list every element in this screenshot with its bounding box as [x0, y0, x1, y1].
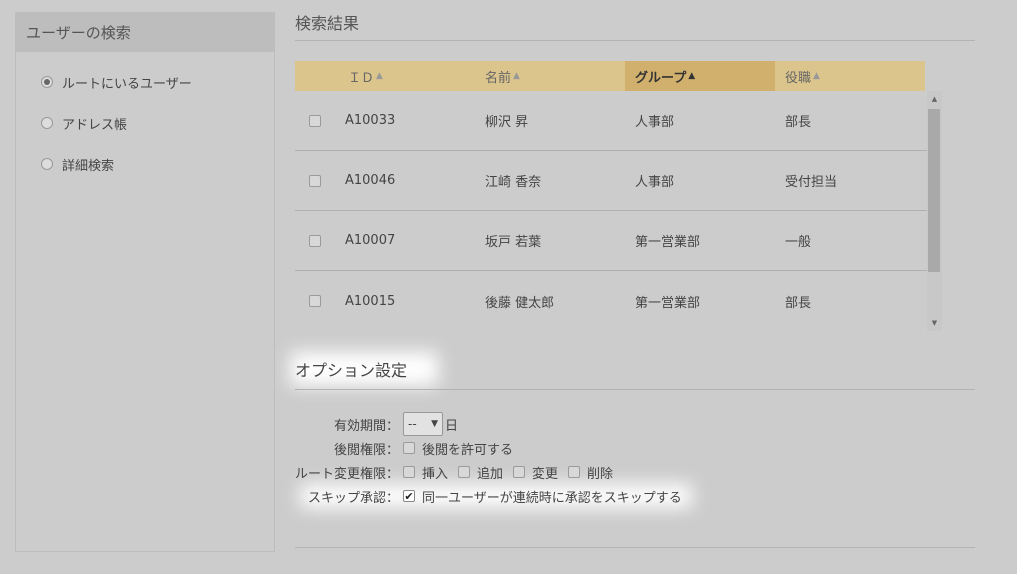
validity-row: 有効期間： -- ▼ 日: [295, 412, 945, 436]
column-header-group[interactable]: グループ ▲: [625, 61, 775, 91]
scroll-down-arrow-icon[interactable]: ▼: [927, 315, 942, 331]
skip-approval-option-label: 同一ユーザーが連続時に承認をスキップする: [422, 490, 682, 506]
cell-group: 人事部: [635, 115, 675, 130]
radio-option-address-book[interactable]: アドレス帳: [16, 113, 274, 133]
row-checkbox[interactable]: [309, 295, 321, 307]
options-form: 有効期間： -- ▼ 日 後閲権限： 後閲を許可する ルート変更権限： 挿入 追…: [295, 412, 945, 508]
user-search-panel: ユーザーの検索 ルートにいるユーザー アドレス帳 詳細検索: [15, 12, 275, 552]
route-change-label: 変更: [532, 466, 559, 482]
read-permission-option[interactable]: 後閲を許可する: [403, 439, 513, 458]
sort-icon[interactable]: ▲: [376, 71, 383, 81]
skip-approval-checkbox[interactable]: ✔: [403, 490, 415, 502]
cell-role: 受付担当: [785, 175, 838, 190]
validity-unit: 日: [445, 418, 459, 434]
cell-id: A10015: [345, 293, 396, 309]
bottom-divider: [295, 547, 975, 548]
panel-title: ユーザーの検索: [16, 13, 274, 52]
results-divider: [295, 40, 975, 41]
row-checkbox[interactable]: [309, 114, 321, 127]
options-title: オプション設定: [295, 361, 408, 380]
route-change-option[interactable]: 変更: [513, 463, 558, 482]
radio-button[interactable]: [41, 158, 53, 170]
scroll-up-arrow-icon[interactable]: ▲: [927, 91, 942, 107]
row-checkbox[interactable]: [309, 174, 321, 187]
cell-name: 柳沢 昇: [485, 115, 529, 130]
table-row[interactable]: A10046 江崎 香奈 人事部 受付担当: [295, 151, 927, 211]
radio-button[interactable]: [41, 117, 53, 129]
results-table-body: A10033 柳沢 昇 人事部 部長 A10046 江崎 香奈 人事部 受付担当…: [295, 91, 927, 331]
validity-label: 有効期間：: [333, 418, 399, 434]
scrollbar-thumb[interactable]: [928, 109, 940, 272]
cell-group: 人事部: [635, 175, 675, 190]
column-header-label: グループ: [635, 70, 687, 86]
cell-id: A10007: [345, 233, 396, 248]
sort-ascending-icon[interactable]: ▲: [688, 71, 695, 81]
search-type-radio-group: ルートにいるユーザー アドレス帳 詳細検索: [16, 52, 274, 174]
table-row[interactable]: A10007 坂戸 若葉 第一営業部 一般: [295, 211, 927, 271]
cell-id: A10033: [345, 113, 396, 128]
route-insert-checkbox[interactable]: [403, 466, 415, 478]
sort-icon[interactable]: ▲: [513, 71, 520, 81]
cell-group: 第一営業部: [635, 235, 701, 250]
chevron-down-icon: ▼: [431, 419, 438, 429]
cell-role: 部長: [785, 295, 812, 311]
radio-label: アドレス帳: [62, 117, 128, 133]
results-scrollbar[interactable]: ▲ ▼: [927, 91, 942, 331]
route-delete-checkbox[interactable]: [568, 466, 581, 478]
route-insert-label: 挿入: [422, 466, 449, 482]
radio-option-root-users[interactable]: ルートにいるユーザー: [16, 72, 274, 92]
radio-label: ルートにいるユーザー: [62, 76, 192, 92]
read-permission-option-label: 後閲を許可する: [422, 442, 514, 458]
results-title: 検索結果: [295, 14, 360, 33]
column-header-label: 名前: [485, 70, 512, 86]
validity-value: --: [408, 417, 417, 431]
column-header-id[interactable]: ＩＤ ▲: [345, 61, 485, 91]
cell-role: 部長: [785, 115, 812, 130]
route-add-checkbox[interactable]: [458, 466, 471, 478]
route-add-label: 追加: [477, 466, 504, 482]
skip-approval-label: スキップ承認：: [307, 490, 399, 506]
route-insert-option[interactable]: 挿入: [403, 463, 448, 482]
column-header-label: 役職: [785, 70, 812, 86]
column-header-label: ＩＤ: [348, 70, 375, 86]
results-table-header: ＩＤ ▲ 名前 ▲ グループ ▲ 役職 ▲: [295, 61, 925, 91]
column-header-name[interactable]: 名前 ▲: [485, 61, 625, 91]
cell-role: 一般: [785, 235, 812, 250]
sort-icon[interactable]: ▲: [813, 71, 820, 81]
table-row[interactable]: A10015 後藤 健太郎 第一営業部 部長: [295, 271, 927, 331]
validity-select[interactable]: -- ▼: [403, 412, 443, 436]
route-change-checkbox[interactable]: [513, 466, 526, 478]
route-delete-label: 削除: [587, 466, 614, 482]
route-add-option[interactable]: 追加: [458, 463, 503, 482]
radio-button-selected[interactable]: [41, 76, 53, 88]
row-checkbox[interactable]: [309, 234, 321, 247]
select-column-header: [295, 61, 345, 91]
cell-name: 坂戸 若葉: [485, 235, 542, 250]
column-header-role[interactable]: 役職 ▲: [775, 61, 925, 91]
table-row[interactable]: A10033 柳沢 昇 人事部 部長: [295, 91, 927, 151]
route-permission-label: ルート変更権限：: [295, 466, 400, 482]
options-divider: [295, 389, 975, 390]
read-permission-row: 後閲権限： 後閲を許可する: [295, 436, 945, 460]
cell-name: 後藤 健太郎: [485, 295, 555, 311]
read-permission-label: 後閲権限：: [333, 442, 399, 458]
radio-option-advanced-search[interactable]: 詳細検索: [16, 154, 274, 174]
read-permission-checkbox[interactable]: [403, 442, 415, 454]
cell-group: 第一営業部: [635, 295, 701, 311]
cell-id: A10046: [345, 173, 396, 188]
radio-label: 詳細検索: [62, 158, 115, 174]
route-permission-row: ルート変更権限： 挿入 追加 変更 削除: [295, 460, 945, 484]
skip-approval-option[interactable]: ✔ 同一ユーザーが連続時に承認をスキップする: [403, 487, 682, 506]
cell-name: 江崎 香奈: [485, 175, 542, 190]
skip-approval-row: スキップ承認： ✔ 同一ユーザーが連続時に承認をスキップする: [295, 484, 945, 508]
route-delete-option[interactable]: 削除: [568, 463, 613, 482]
